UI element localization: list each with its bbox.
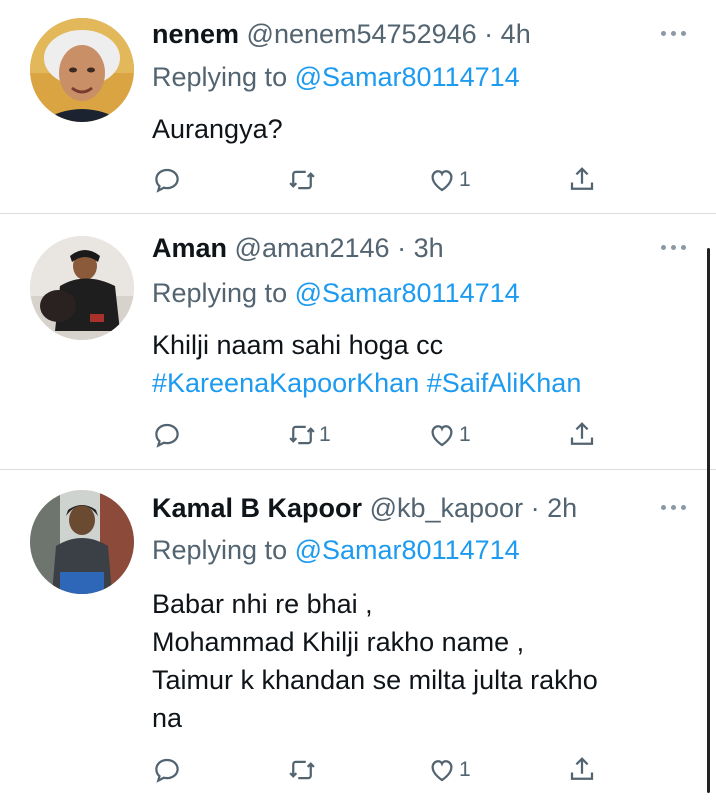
tweet-line: Aurangya? [152,114,283,144]
tweet-text: Aurangya? [152,110,283,148]
reply-icon [155,423,179,448]
mention-link[interactable]: @Samar80114714 [295,278,520,308]
retweet-count: 1 [319,423,331,446]
author-handle[interactable]: @aman2146 [235,233,390,263]
retweet-icon [289,170,315,190]
tweet-line: Mohammad Khilji rakho name , [152,627,525,657]
action-bar: 1 [152,163,594,197]
like-icon [431,425,453,447]
tweet-1[interactable]: nenem @nenem54752946 · 4h Replying to @S… [0,0,716,213]
like-button[interactable]: 1 [427,418,471,452]
like-count: 1 [459,423,471,446]
mention-link[interactable]: @Samar80114714 [295,62,520,92]
reply-icon [155,168,179,193]
scrollbar[interactable] [707,248,710,793]
share-button[interactable] [567,418,597,452]
retweet-button[interactable] [287,753,319,787]
like-button[interactable]: 1 [427,163,471,197]
tweet-line: Khilji naam sahi hoga cc [152,330,444,360]
reply-button[interactable] [152,163,182,197]
more-icon[interactable] [661,505,686,510]
timestamp[interactable]: 4h [501,19,531,49]
hashtag-link[interactable]: #SaifAliKhan [427,368,582,398]
separator: · [397,233,407,263]
like-count: 1 [459,758,471,781]
retweet-icon [289,760,315,780]
reply-button[interactable] [152,418,182,452]
retweet-icon [289,425,315,445]
replying-to: Replying to @Samar80114714 [152,276,520,310]
share-button[interactable] [567,753,597,787]
tweet-3[interactable]: Kamal B Kapoor @kb_kapoor · 2h Replying … [0,470,716,800]
tweet-text: Khilji naam sahi hoga cc #KareenaKapoorK… [152,326,581,402]
replying-prefix: Replying to [152,278,288,308]
more-icon[interactable] [661,31,686,36]
share-button[interactable] [567,163,597,197]
like-button[interactable]: 1 [427,753,471,787]
author-name[interactable]: Aman [152,233,227,263]
action-bar: 1 [152,753,594,787]
like-count: 1 [459,168,471,191]
avatar[interactable] [30,236,134,340]
author-name[interactable]: nenem [152,19,239,49]
share-icon [570,757,594,780]
tweet-text: Babar nhi re bhai , Mohammad Khilji rakh… [152,585,598,737]
hashtag-link[interactable]: #KareenaKapoorKhan [152,368,419,398]
reply-button[interactable] [152,753,182,787]
author-handle[interactable]: @nenem54752946 [247,19,477,49]
author-handle[interactable]: @kb_kapoor [370,493,524,523]
avatar[interactable] [30,18,134,122]
author-name[interactable]: Kamal B Kapoor [152,493,362,523]
separator: · [484,19,494,49]
mention-link[interactable]: @Samar80114714 [295,535,520,565]
retweet-button[interactable] [287,163,319,197]
tweet-line: na [152,703,183,733]
tweet-line: Taimur k khandan se milta julta rakho [152,665,598,695]
timestamp[interactable]: 3h [414,233,444,263]
like-icon [431,760,453,782]
tweet-2[interactable]: Aman @aman2146 · 3h Replying to @Samar80… [0,214,716,469]
action-bar: 1 1 [152,418,594,452]
reply-icon [155,758,179,783]
retweet-button[interactable]: 1 [287,418,331,452]
like-icon [431,170,453,192]
tweet-line: Babar nhi re bhai , [152,589,373,619]
separator: · [530,493,540,523]
replying-prefix: Replying to [152,62,288,92]
avatar[interactable] [30,490,134,594]
share-icon [570,167,594,190]
replying-prefix: Replying to [152,535,288,565]
share-icon [570,422,594,445]
replying-to: Replying to @Samar80114714 [152,533,520,567]
more-icon[interactable] [661,245,686,250]
timestamp[interactable]: 2h [547,493,577,523]
replying-to: Replying to @Samar80114714 [152,60,520,94]
